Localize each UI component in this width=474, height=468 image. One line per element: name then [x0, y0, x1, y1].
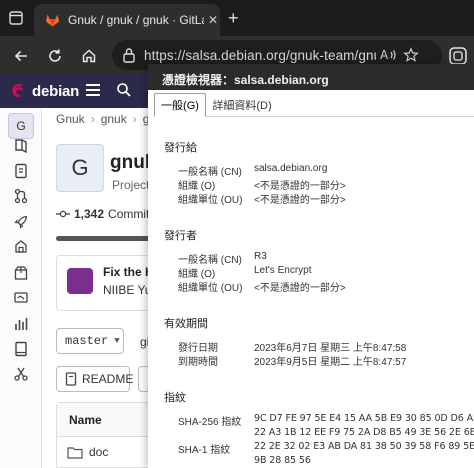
dialog-title: 憑證檢視器：salsa.debian.org — [148, 64, 474, 90]
sha256-value-line2: 22 A3 1B 12 EE F9 75 2A D8 B5 49 3E 56 2… — [254, 427, 474, 438]
sidebar-project-avatar[interactable]: G — [8, 113, 34, 139]
issued-by-cn-value: R3 — [254, 251, 267, 262]
browser-tab-bar: Gnuk / gnuk / gnuk · GitLab ✕ + — [0, 0, 474, 36]
tab-title: Gnuk / gnuk / gnuk · GitLab — [68, 13, 204, 27]
issued-to-o-value: <不是憑證的一部分> — [254, 181, 346, 192]
issued-to-o-label: 組織 (O) — [178, 181, 216, 192]
home-icon[interactable] — [78, 45, 100, 67]
issued-by-o-value: Let's Encrypt — [254, 265, 312, 276]
issued-to-cn-label: 一般名稱 (CN) — [178, 167, 242, 178]
folder-icon — [67, 446, 83, 459]
book-icon — [65, 372, 77, 386]
validity-heading: 有效期間 — [164, 318, 208, 330]
project-avatar: G — [56, 144, 104, 192]
certificate-general-panel: 發行給 一般名稱 (CN) salsa.debian.org 組織 (O) <不… — [148, 117, 474, 468]
file-name: doc — [89, 445, 109, 459]
commits-link[interactable]: 1,342 Commits — [56, 207, 155, 221]
issued-date-label: 發行日期 — [178, 343, 218, 354]
breadcrumb-item[interactable]: gnuk — [101, 112, 127, 126]
reload-icon[interactable] — [44, 45, 66, 67]
readme-button[interactable]: README — [56, 366, 134, 392]
issued-date-value: 2023年6月7日 星期三 上午8:47:58 — [254, 343, 407, 354]
browser-tab[interactable]: Gnuk / gnuk / gnuk · GitLab ✕ — [34, 4, 220, 36]
read-aloud-icon[interactable]: A — [380, 46, 398, 64]
deploy-icon[interactable] — [13, 239, 29, 255]
lock-icon[interactable] — [122, 47, 136, 63]
url-text[interactable]: https://salsa.debian.org/gnuk-team/gnuk/… — [144, 48, 376, 63]
menu-icon[interactable] — [86, 84, 100, 96]
tab-details[interactable]: 詳細資料(D) — [210, 93, 274, 117]
breadcrumb-item[interactable]: Gnuk — [56, 112, 85, 126]
sha1-label: SHA-1 指紋 — [178, 445, 231, 456]
svg-text:A: A — [380, 48, 389, 62]
breadcrumb-separator: › — [132, 112, 137, 126]
issued-to-ou-label: 組織單位 (OU) — [178, 195, 243, 206]
repository-icon[interactable] — [13, 163, 29, 179]
new-tab-button[interactable]: + — [228, 9, 239, 27]
close-icon[interactable]: ✕ — [208, 13, 218, 27]
debian-logo[interactable]: debian — [10, 81, 79, 101]
expiry-date-label: 到期時間 — [178, 357, 218, 368]
issued-to-cn-value: salsa.debian.org — [254, 163, 328, 174]
tab-general[interactable]: 一般(G) — [154, 93, 206, 117]
project-subtitle: Project — [112, 178, 150, 192]
breadcrumb-separator: › — [90, 112, 95, 126]
wiki-icon[interactable] — [13, 341, 29, 357]
commit-author-avatar[interactable] — [67, 268, 93, 294]
debian-swirl-icon — [10, 81, 28, 101]
expiry-date-value: 2023年9月5日 星期二 上午8:47:57 — [254, 357, 407, 368]
issued-by-o-label: 組織 (O) — [178, 269, 216, 280]
issued-by-cn-label: 一般名稱 (CN) — [178, 255, 242, 266]
issued-to-ou-value: <不是憑證的一部分> — [254, 195, 346, 206]
snippets-icon[interactable] — [13, 366, 29, 382]
debian-logo-text: debian — [32, 82, 80, 100]
search-icon[interactable] — [116, 82, 132, 101]
breadcrumb: Gnuk›gnuk›gnu — [56, 112, 163, 126]
sha1-value-line1: 22 2E 32 02 E3 AB DA 81 38 50 39 58 F6 8… — [254, 441, 474, 452]
extension-icon[interactable] — [448, 46, 468, 66]
rocket-icon[interactable] — [13, 214, 29, 230]
fingerprints-heading: 指紋 — [164, 392, 186, 404]
window-icon[interactable] — [6, 8, 26, 28]
branch-name: master — [65, 334, 109, 348]
certificate-viewer-dialog: 憑證檢視器：salsa.debian.org 一般(G) 詳細資料(D) 發行給… — [148, 64, 474, 468]
star-icon[interactable] — [402, 46, 420, 64]
issued-by-ou-label: 組織單位 (OU) — [178, 283, 243, 294]
readme-label: README — [82, 372, 134, 386]
gitlab-tanuki-icon — [44, 12, 60, 28]
sha256-label: SHA-256 指紋 — [178, 417, 242, 428]
analytics-icon[interactable] — [13, 316, 29, 332]
project-sidebar: G — [0, 108, 42, 468]
chevron-down-icon: ▼ — [114, 336, 120, 346]
dialog-tabs: 一般(G) 詳細資料(D) — [154, 93, 474, 117]
issued-by-ou-value: <不是憑證的一部分> — [254, 283, 346, 294]
sha1-value-line2: 9B 28 85 56 — [254, 455, 311, 466]
commits-count: 1,342 — [74, 207, 105, 221]
package-icon[interactable] — [13, 265, 29, 281]
issued-to-heading: 發行給 — [164, 142, 197, 154]
file-row[interactable]: doc — [67, 445, 108, 459]
merge-request-icon[interactable] — [13, 188, 29, 204]
project-overview-icon[interactable] — [13, 138, 29, 154]
branch-select[interactable]: master ▼ — [56, 328, 124, 354]
sha256-value-line1: 9C D7 FE 97 5E E4 15 AA 5B E9 30 85 0D D… — [254, 413, 474, 424]
issued-by-heading: 發行者 — [164, 230, 197, 242]
monitor-icon[interactable] — [13, 290, 29, 306]
arrow-left-icon[interactable] — [10, 45, 32, 67]
commit-icon — [56, 209, 70, 219]
